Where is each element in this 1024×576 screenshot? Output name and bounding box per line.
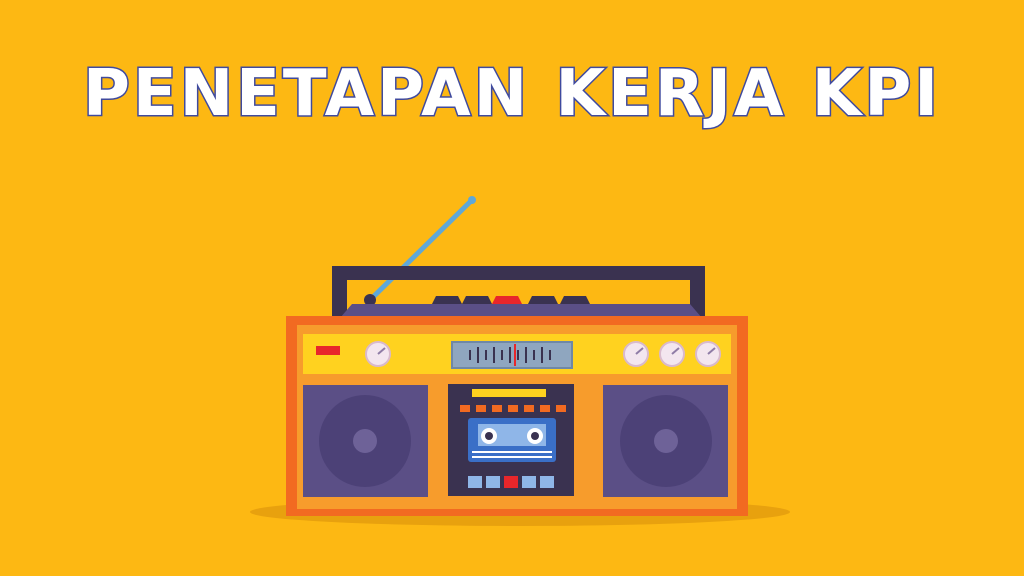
control-buttons (468, 476, 554, 488)
left-speaker-icon (303, 385, 428, 497)
boombox-illustration (250, 196, 790, 526)
tone-knobs-icon (623, 341, 721, 367)
right-speaker-icon (603, 385, 728, 497)
power-indicator (316, 346, 340, 355)
slide-canvas: PENETAPAN KERJA KPI (0, 0, 1024, 576)
cassette-tape-icon (468, 418, 556, 462)
volume-knob-icon (365, 341, 391, 367)
antenna-icon (364, 196, 476, 306)
top-ridge (340, 304, 702, 318)
top-buttons (432, 296, 590, 304)
tuning-dial (451, 341, 573, 369)
